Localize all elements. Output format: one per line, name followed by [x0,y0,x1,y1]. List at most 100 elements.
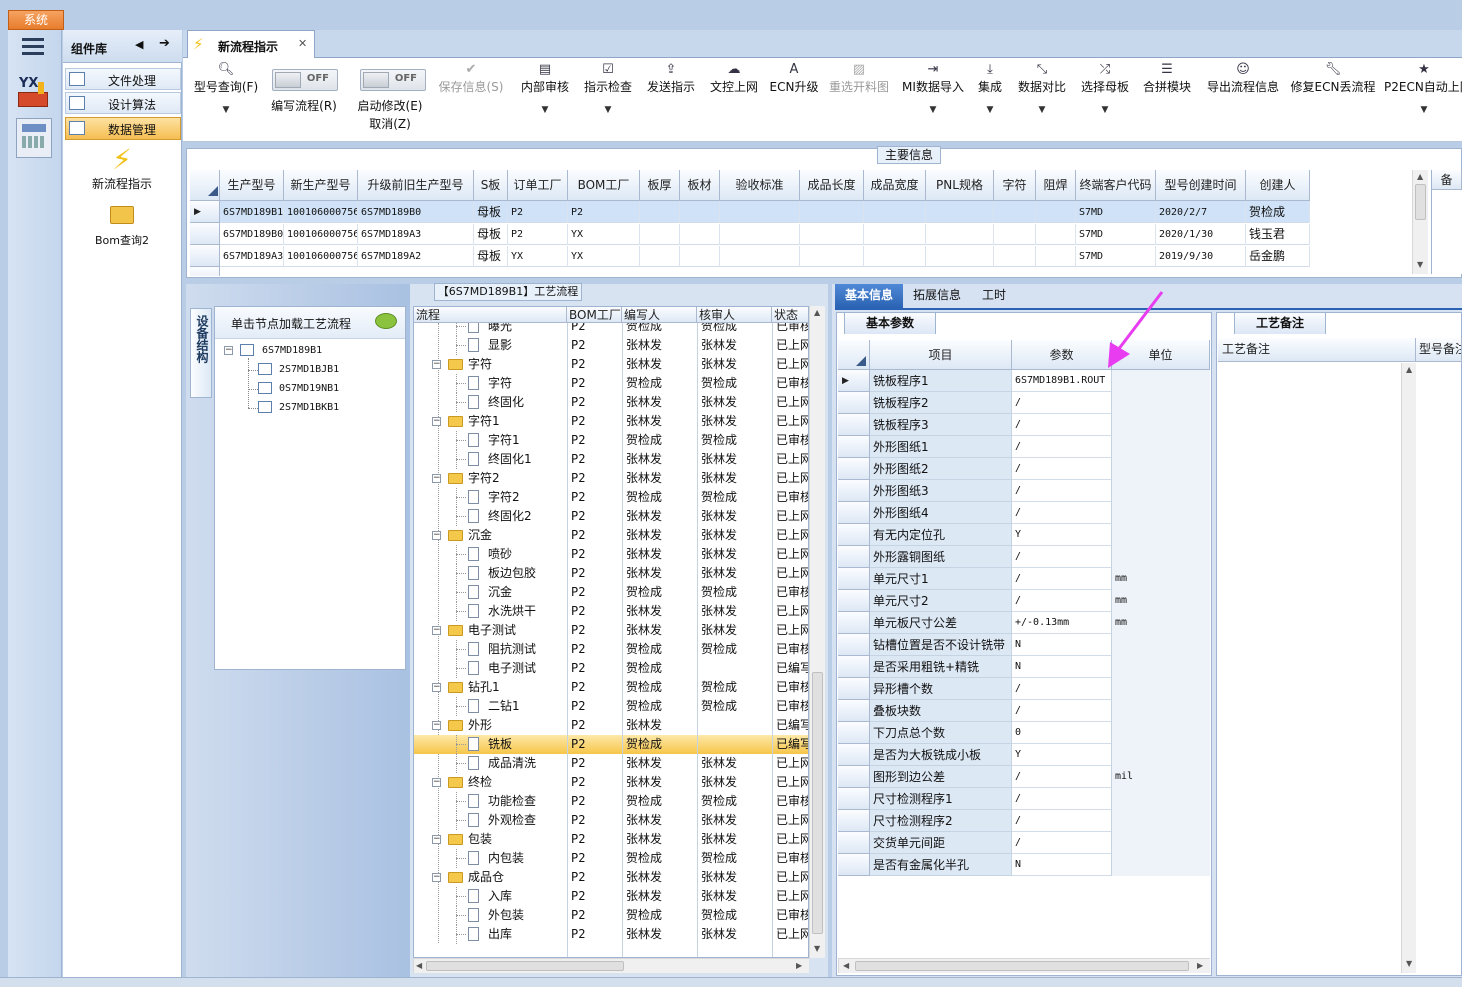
collapse-icon[interactable]: − [432,721,441,730]
merge-module-button[interactable]: ☰ 合拼模块 [1139,62,1195,95]
column-header[interactable]: 项目 [870,340,1012,370]
notes-column-header[interactable]: 型号备注 [1416,338,1462,362]
column-header[interactable]: 创建人 [1246,170,1310,201]
row-indicator[interactable] [838,502,870,524]
tab-basic-info[interactable]: 基本信息 [835,284,903,308]
row-indicator[interactable] [838,810,870,832]
scroll-down-arrow[interactable]: ▼ [1406,959,1412,968]
column-header[interactable]: 型号创建时间 [1156,170,1246,201]
row-indicator[interactable] [838,436,870,458]
column-header[interactable]: 板材 [680,170,720,201]
collapse-icon[interactable]: − [432,360,441,369]
main-grid-vscroll[interactable]: ▲ ▼ [1412,170,1428,274]
process-hscroll[interactable]: ◀ ▶ [413,958,809,973]
column-header[interactable]: 成品宽度 [864,170,926,201]
data-compare-button[interactable]: ⤡ 数据对比 ▼ [1014,62,1070,115]
param-value[interactable]: / [1012,480,1112,502]
row-indicator[interactable] [838,788,870,810]
internal-review-button[interactable]: ▤ 内部审核 ▼ [517,62,573,115]
tab-extended-info[interactable]: 拓展信息 [905,284,969,308]
param-value[interactable]: / [1012,414,1112,436]
column-header[interactable]: 新生产型号 [284,170,358,201]
process-row[interactable]: 出库 P2 张林发 张林发 已上网 [414,925,808,944]
param-value[interactable]: +/-0.13mm [1012,612,1112,634]
process-row[interactable]: − 沉金 P2 张林发 张林发 已上网 [414,526,808,545]
scroll-left-arrow[interactable]: ◀ [843,961,849,970]
chevron-down-icon[interactable]: ▼ [898,105,968,115]
process-row[interactable]: − 钻孔1 P2 贺检成 贺检成 已审核 [414,678,808,697]
row-indicator[interactable] [838,678,870,700]
param-value[interactable]: N [1012,656,1112,678]
bom-query-launcher[interactable]: Bom查询2 [80,204,164,248]
process-row[interactable]: 终固化1 P2 张林发 张林发 已上网 [414,450,808,469]
mi-data-import-button[interactable]: ⇥ MI数据导入 ▼ [898,62,968,115]
process-row[interactable]: 电子测试 P2 贺检成 已编写 [414,659,808,678]
param-value[interactable]: N [1012,854,1112,876]
column-header[interactable]: 字符 [994,170,1036,201]
process-row[interactable]: − 字符1 P2 张林发 张林发 已上网 [414,412,808,431]
doc-tab-new-flow[interactable]: ⚡ 新流程指示 ✕ [187,30,315,59]
scroll-up-arrow[interactable]: ▲ [1417,172,1423,181]
sidebar-item-data-management[interactable]: 数据管理 [65,117,181,140]
row-indicator[interactable] [838,700,870,722]
param-value[interactable]: / [1012,810,1112,832]
column-header[interactable]: S板 [474,170,508,201]
column-header[interactable]: 阻焊 [1036,170,1076,201]
start-edit-toggle[interactable]: OFF [360,69,426,91]
sidebar-item-design[interactable]: 设计算法 [65,92,181,114]
column-header[interactable]: BOM工厂 [568,170,640,201]
collapse-icon[interactable]: − [432,626,441,635]
column-header[interactable]: PNL规格 [926,170,994,201]
scroll-up-arrow[interactable]: ▲ [1406,365,1412,374]
row-indicator[interactable] [838,832,870,854]
chevron-down-icon[interactable]: ▼ [580,105,636,115]
send-instruction-button[interactable]: ⇪ 发送指示 [643,62,699,95]
row-indicator[interactable] [838,480,870,502]
scroll-up-arrow[interactable]: ▲ [814,308,820,317]
speech-bubble-icon[interactable] [375,313,397,329]
p2ecn-auto-online-button[interactable]: ★ P2ECN自动上网 ▼ [1384,62,1462,115]
scroll-thumb[interactable] [426,961,624,971]
chevron-down-icon[interactable]: ▼ [1014,105,1070,115]
select-mother-board-button[interactable]: ⤮ 选择母板 ▼ [1077,62,1133,115]
row-indicator[interactable] [838,766,870,788]
process-row[interactable]: 成品清洗 P2 张林发 张林发 已上网 [414,754,808,773]
process-row[interactable]: − 成品仓 P2 张林发 张林发 已上网 [414,868,808,887]
column-header[interactable]: 订单工厂 [508,170,568,201]
row-indicator[interactable]: ▶ [838,370,870,392]
tree-root-node[interactable]: − 6S7MD189B1 [224,342,394,360]
process-row[interactable]: 喷砂 P2 张林发 张林发 已上网 [414,545,808,564]
process-row[interactable]: 外观检查 P2 张林发 张林发 已上网 [414,811,808,830]
param-value[interactable]: 6S7MD189B1.ROUT [1012,370,1112,392]
chevron-down-icon[interactable]: ▼ [190,105,262,115]
process-row[interactable]: − 字符 P2 张林发 张林发 已上网 [414,355,808,374]
column-header[interactable]: BOM工厂 [567,307,622,323]
row-indicator[interactable] [838,744,870,766]
process-row[interactable]: 字符1 P2 贺检成 贺检成 已审核 [414,431,808,450]
param-value[interactable]: / [1012,678,1112,700]
collapse-icon[interactable]: − [224,346,233,355]
param-value[interactable]: / [1012,590,1112,612]
column-header[interactable]: 生产型号 [220,170,284,201]
process-row[interactable]: − 字符2 P2 张林发 张林发 已上网 [414,469,808,488]
process-row[interactable]: 入库 P2 张林发 张林发 已上网 [414,887,808,906]
process-row[interactable]: 显影 P2 张林发 张林发 已上网 [414,336,808,355]
reselect-cutting-button[interactable]: ▨ 重选开料图 [826,62,892,95]
param-value[interactable]: Y [1012,524,1112,546]
collapse-icon[interactable]: − [432,873,441,882]
row-indicator[interactable] [838,546,870,568]
scroll-thumb[interactable] [1415,184,1426,220]
calculator-app-icon[interactable] [16,118,52,158]
scroll-right-arrow[interactable]: ▶ [1197,961,1203,970]
params-title-tab[interactable]: 基本参数 [844,312,936,334]
notes-title-tab[interactable]: 工艺备注 [1234,312,1326,334]
scroll-down-arrow[interactable]: ▼ [814,944,820,953]
scroll-thumb[interactable] [812,672,823,934]
process-row[interactable]: 板边包胶 P2 张林发 张林发 已上网 [414,564,808,583]
process-row[interactable]: 内包装 P2 贺检成 贺检成 已审核 [414,849,808,868]
export-flow-info-button[interactable]: ☺ 导出流程信息 [1202,62,1284,95]
row-indicator[interactable] [838,656,870,678]
param-value[interactable]: Y [1012,744,1112,766]
process-row[interactable]: 二钻1 P2 贺检成 贺检成 已审核 [414,697,808,716]
vertical-tab-structure[interactable]: 设备结构 [190,308,212,398]
